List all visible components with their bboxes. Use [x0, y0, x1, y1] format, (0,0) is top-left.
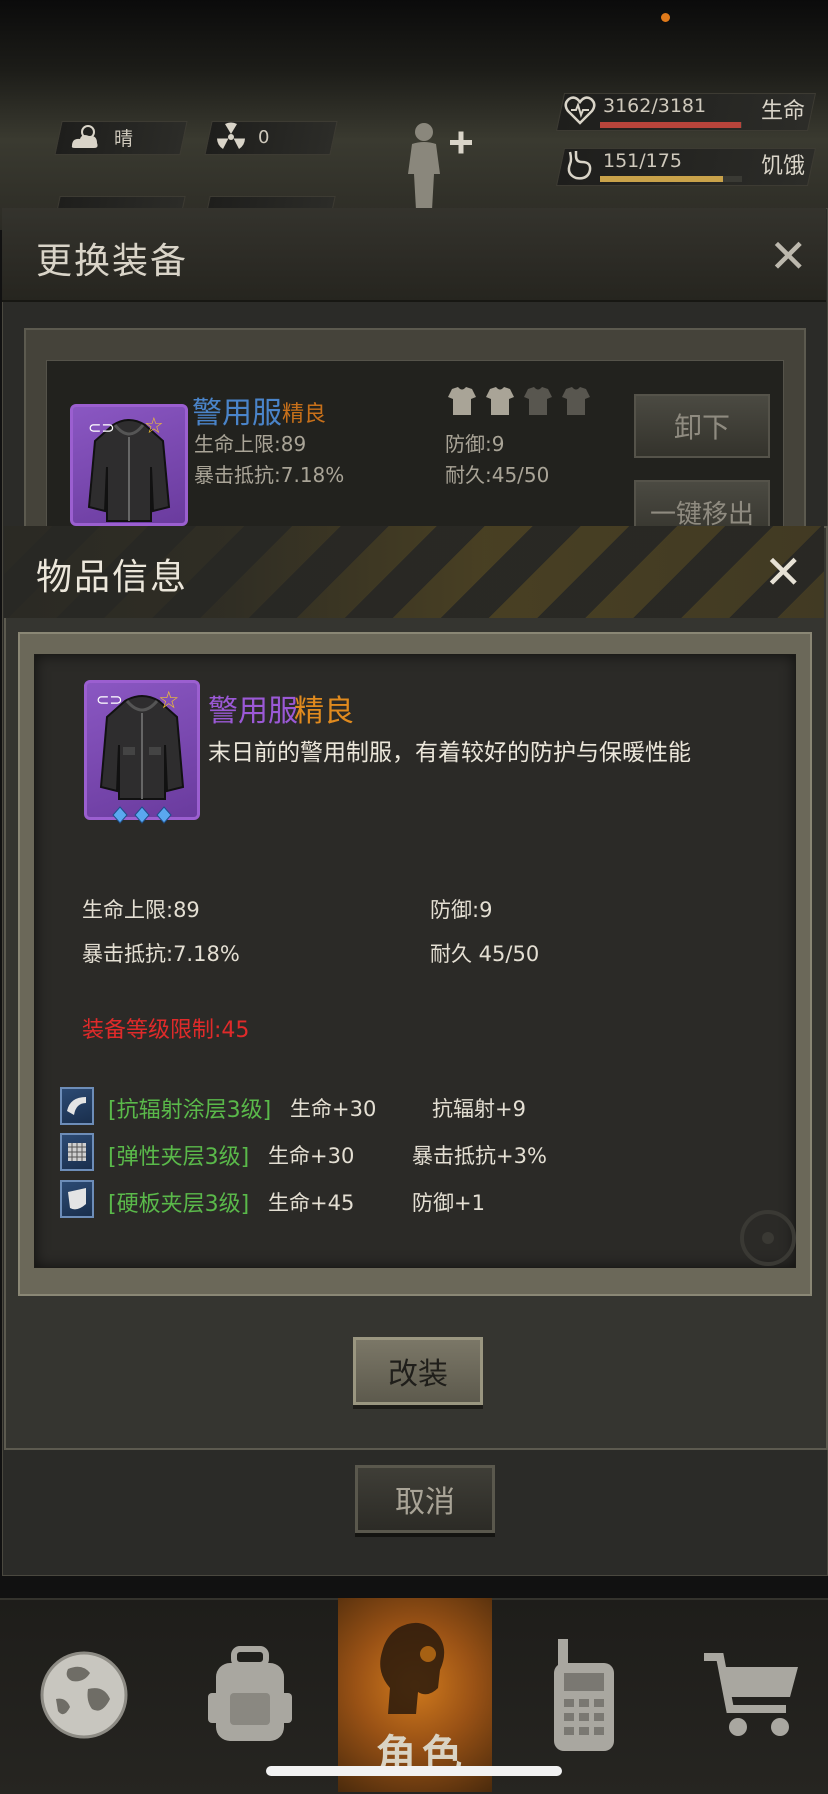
status-dot — [661, 13, 670, 22]
hp-value: 3162/3181 — [603, 95, 707, 117]
stat-durability: 耐久 45/50 — [430, 942, 540, 966]
shopping-cart-icon — [704, 1653, 798, 1736]
character-head-icon — [380, 1622, 445, 1714]
close-info-icon[interactable]: ✕ — [764, 549, 803, 595]
heart-icon — [564, 96, 596, 125]
mod-name: [硬板夹层3级] — [108, 1192, 250, 1217]
cancel-button[interactable]: 取消 — [355, 1465, 495, 1533]
mod-name: [抗辐射涂层3级] — [108, 1098, 272, 1123]
nav-shop[interactable] — [680, 1598, 824, 1792]
radiation-value: 0 — [258, 127, 270, 148]
item-name: 警用服 — [208, 694, 298, 729]
stomach-icon — [567, 151, 592, 180]
shirt-slot-icon — [524, 387, 552, 415]
mod-icon-elastic — [60, 1133, 94, 1171]
radio-icon — [554, 1639, 614, 1751]
item-description: 末日前的警用制服，有着较好的防护与保暖性能 — [208, 740, 691, 766]
hp-bar-fill — [600, 122, 741, 128]
equipped-item-name: 警用服 — [192, 396, 282, 431]
globe-icon — [40, 1651, 128, 1739]
hp-label: 生命 — [761, 99, 806, 124]
level-limit: 装备等级限制:45 — [82, 1018, 250, 1043]
stat-crit-resist: 暴击抵抗:7.18% — [82, 942, 240, 966]
mod-icon-coating — [60, 1087, 94, 1125]
radiation-watermark-icon — [740, 1210, 796, 1266]
shirt-slot-icon — [486, 387, 514, 415]
mod-icon-hardplate — [60, 1180, 94, 1218]
cloud-sun-icon — [71, 125, 98, 148]
equipped-stat-durability: 耐久:45/50 — [445, 463, 550, 487]
equipped-stat-def: 防御:9 — [445, 432, 505, 456]
link-icon: ⊂⊃ — [96, 690, 123, 709]
coating-icon — [67, 1097, 86, 1115]
unequip-button[interactable]: 卸下 — [634, 394, 770, 458]
mod-stat-2: 防御+1 — [412, 1191, 485, 1215]
change-equipment-title: 更换装备 — [36, 241, 189, 282]
backpack-icon — [208, 1646, 292, 1741]
stat-hp: 生命上限:89 — [82, 898, 200, 922]
item-quality: 精良 — [294, 694, 354, 729]
equipped-stat-hp: 生命上限:89 — [194, 432, 307, 456]
mod-stat-1: 生命+45 — [268, 1191, 355, 1215]
star-icon: ☆ — [158, 686, 180, 714]
equipped-item-quality: 精良 — [282, 402, 327, 427]
home-indicator[interactable] — [266, 1766, 562, 1776]
plate-icon — [68, 1188, 86, 1210]
equipped-stat-crit: 暴击抵抗:7.18% — [194, 463, 345, 487]
link-icon: ⊂⊃ — [88, 418, 115, 437]
close-equipment-icon[interactable]: ✕ — [769, 233, 808, 279]
nav-world[interactable] — [12, 1598, 156, 1792]
modify-button[interactable]: 改装 — [353, 1337, 483, 1405]
mod-stat-1: 生命+30 — [268, 1144, 355, 1168]
status-bar — [0, 0, 828, 40]
mod-name: [弹性夹层3级] — [108, 1145, 250, 1170]
weather-text: 晴 — [114, 128, 134, 150]
mod-slots — [448, 387, 590, 415]
hunger-label: 饥饿 — [761, 154, 806, 179]
mod-stat-1: 生命+30 — [290, 1097, 377, 1121]
shirt-slot-icon — [448, 387, 476, 415]
character-body-icon[interactable] — [400, 118, 480, 210]
nav-radio[interactable] — [512, 1598, 656, 1792]
shirt-slot-icon — [562, 387, 590, 415]
nav-backpack[interactable] — [178, 1598, 322, 1792]
radiation-icon — [217, 122, 245, 149]
hunger-bar-fill — [600, 176, 723, 182]
rank-diamonds-icon — [112, 806, 172, 824]
item-info-title: 物品信息 — [36, 557, 189, 598]
star-icon: ☆ — [144, 414, 164, 439]
mod-stat-2: 暴击抵抗+3% — [412, 1144, 547, 1168]
mod-stat-2: 抗辐射+9 — [432, 1097, 526, 1121]
hunger-value: 151/175 — [603, 150, 682, 172]
mesh-icon — [68, 1143, 86, 1161]
stat-defense: 防御:9 — [430, 898, 493, 922]
